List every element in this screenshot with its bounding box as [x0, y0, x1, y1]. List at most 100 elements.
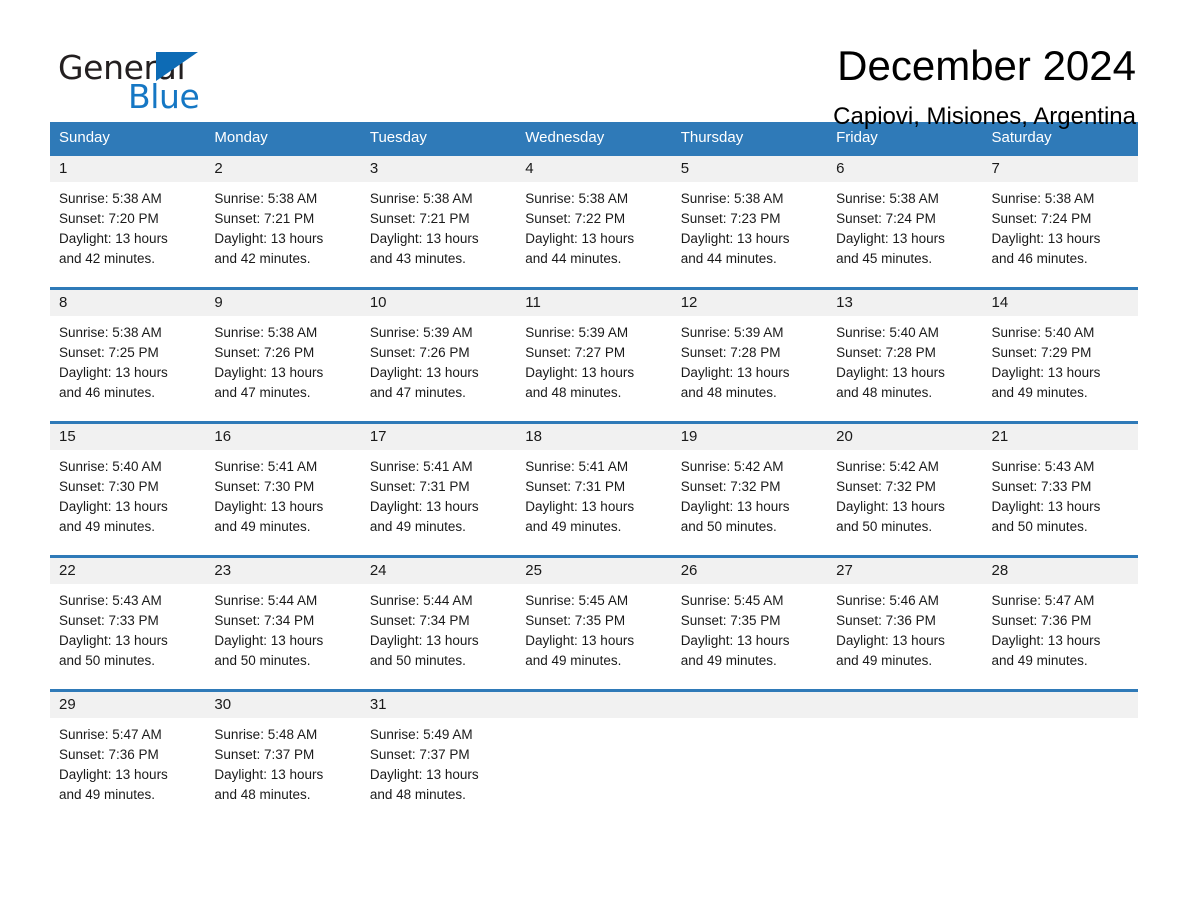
day-cell[interactable]: 28 Sunrise: 5:47 AM Sunset: 7:36 PM Dayligh…: [982, 558, 1138, 689]
day-cell[interactable]: 20 Sunrise: 5:42 AM Sunset: 7:32 PM Dayligh…: [827, 424, 983, 555]
sunset-text: Sunset: 7:33 PM: [59, 613, 159, 628]
sunrise-text: Sunrise: 5:49 AM: [369, 727, 473, 742]
sunrise-text: Sunrise: 5:41 AM: [525, 459, 629, 474]
sunset-text: Sunset: 7:29 PM: [991, 345, 1092, 360]
day-cell[interactable]: 3 Sunrise: 5:38 AM Sunset: 7:21 PM Daylight…: [360, 156, 517, 287]
daylight-text-line2: and 49 minutes.: [991, 385, 1088, 400]
day-cell[interactable]: 12 Sunrise: 5:39 AM Sunset: 7:28 PM Dayligh…: [671, 290, 828, 421]
day-details: Sunrise: 5:41 AM Sunset: 7:31 PM Daylight:…: [516, 450, 671, 537]
day-cell[interactable]: 31 Sunrise: 5:49 AM Sunset: 7:37 PM Dayligh…: [360, 692, 517, 809]
day-cell-empty: [827, 692, 983, 809]
sunrise-text: Sunrise: 5:42 AM: [680, 459, 784, 474]
day-cell[interactable]: 7 Sunrise: 5:38 AM Sunset: 7:24 PM Daylight…: [982, 156, 1138, 287]
day-cell[interactable]: 18 Sunrise: 5:41 AM Sunset: 7:31 PM Dayligh…: [516, 424, 672, 555]
day-cell[interactable]: 11 Sunrise: 5:39 AM Sunset: 7:27 PM Dayligh…: [516, 290, 672, 421]
day-number: 31: [360, 692, 517, 718]
daylight-text-line2: and 48 minutes.: [214, 787, 311, 802]
daylight-text-line2: and 48 minutes.: [525, 385, 622, 400]
daylight-text-line1: Daylight: 13 hours: [369, 767, 479, 782]
daylight-text-line2: and 47 minutes.: [369, 385, 466, 400]
day-details: Sunrise: 5:38 AM Sunset: 7:25 PM Daylight:…: [50, 316, 205, 403]
day-number: 28: [982, 558, 1138, 584]
day-cell-empty: [516, 692, 672, 809]
day-details: Sunrise: 5:40 AM Sunset: 7:29 PM Daylight:…: [983, 316, 1138, 403]
day-number: [827, 692, 983, 718]
sunrise-text: Sunrise: 5:43 AM: [59, 593, 162, 608]
sunset-text: Sunset: 7:21 PM: [369, 211, 470, 226]
sunset-text: Sunset: 7:22 PM: [525, 211, 626, 226]
weekday-saturday: Saturday: [991, 129, 1052, 146]
day-details: Sunrise: 5:44 AM Sunset: 7:34 PM Daylight:…: [205, 584, 360, 671]
daylight-text-line1: Daylight: 13 hours: [836, 633, 945, 648]
day-number: [671, 692, 828, 718]
daylight-text-line2: and 49 minutes.: [991, 653, 1088, 668]
daylight-text-line2: and 49 minutes.: [680, 653, 777, 668]
day-cell[interactable]: 27 Sunrise: 5:46 AM Sunset: 7:36 PM Dayligh…: [827, 558, 983, 689]
day-cell[interactable]: 15 Sunrise: 5:40 AM Sunset: 7:30 PM Dayligh…: [50, 424, 206, 555]
weekday-header-row: Sunday Monday Tuesday Wednesday Thursday…: [50, 122, 1138, 153]
day-cell[interactable]: 21 Sunrise: 5:43 AM Sunset: 7:33 PM Dayligh…: [982, 424, 1138, 555]
day-number: 18: [516, 424, 672, 450]
sunrise-text: Sunrise: 5:41 AM: [369, 459, 473, 474]
day-details: Sunrise: 5:45 AM Sunset: 7:35 PM Daylight:…: [672, 584, 827, 671]
day-cell[interactable]: 5 Sunrise: 5:38 AM Sunset: 7:23 PM Daylight…: [671, 156, 828, 287]
weekday-sunday: Sunday: [59, 129, 110, 146]
daylight-text-line2: and 50 minutes.: [991, 519, 1088, 534]
day-number: 9: [205, 290, 361, 316]
sunset-text: Sunset: 7:27 PM: [525, 345, 626, 360]
day-cell[interactable]: 13 Sunrise: 5:40 AM Sunset: 7:28 PM Dayligh…: [827, 290, 983, 421]
sunrise-text: Sunrise: 5:38 AM: [214, 325, 318, 340]
sunrise-text: Sunrise: 5:44 AM: [214, 593, 318, 608]
weekday-monday: Monday: [214, 129, 268, 146]
daylight-text-line1: Daylight: 13 hours: [836, 365, 945, 380]
sunrise-text: Sunrise: 5:47 AM: [59, 727, 162, 742]
sunset-text: Sunset: 7:33 PM: [991, 479, 1092, 494]
sunset-text: Sunset: 7:37 PM: [214, 747, 315, 762]
day-cell[interactable]: 16 Sunrise: 5:41 AM Sunset: 7:30 PM Dayligh…: [205, 424, 361, 555]
sunrise-text: Sunrise: 5:41 AM: [214, 459, 318, 474]
daylight-text-line1: Daylight: 13 hours: [680, 365, 790, 380]
day-cell[interactable]: 22 Sunrise: 5:43 AM Sunset: 7:33 PM Dayligh…: [50, 558, 206, 689]
day-number: 25: [516, 558, 672, 584]
daylight-text-line1: Daylight: 13 hours: [525, 633, 635, 648]
day-cell[interactable]: 17 Sunrise: 5:41 AM Sunset: 7:31 PM Dayligh…: [360, 424, 517, 555]
day-cell[interactable]: 26 Sunrise: 5:45 AM Sunset: 7:35 PM Dayligh…: [671, 558, 828, 689]
day-cell[interactable]: 25 Sunrise: 5:45 AM Sunset: 7:35 PM Dayligh…: [516, 558, 672, 689]
sunset-text: Sunset: 7:24 PM: [991, 211, 1092, 226]
day-number: 5: [671, 156, 828, 182]
daylight-text-line2: and 50 minutes.: [369, 653, 466, 668]
daylight-text-line2: and 50 minutes.: [836, 519, 933, 534]
day-cell[interactable]: 14 Sunrise: 5:40 AM Sunset: 7:29 PM Dayligh…: [982, 290, 1138, 421]
day-details: Sunrise: 5:38 AM Sunset: 7:23 PM Daylight:…: [672, 182, 827, 269]
day-cell[interactable]: 2 Sunrise: 5:38 AM Sunset: 7:21 PM Daylight…: [205, 156, 361, 287]
day-cell[interactable]: 4 Sunrise: 5:38 AM Sunset: 7:22 PM Daylight…: [516, 156, 672, 287]
day-cell[interactable]: 24 Sunrise: 5:44 AM Sunset: 7:34 PM Dayligh…: [360, 558, 517, 689]
day-details: Sunrise: 5:38 AM Sunset: 7:22 PM Daylight:…: [516, 182, 671, 269]
day-cell[interactable]: 9 Sunrise: 5:38 AM Sunset: 7:26 PM Daylight…: [205, 290, 361, 421]
day-cell[interactable]: 1 Sunrise: 5:38 AM Sunset: 7:20 PM Daylight…: [50, 156, 206, 287]
sunrise-text: Sunrise: 5:39 AM: [680, 325, 784, 340]
generalblue-logo[interactable]: General Blue: [50, 42, 250, 116]
daylight-text-line2: and 42 minutes.: [214, 251, 311, 266]
sunrise-text: Sunrise: 5:45 AM: [680, 593, 784, 608]
daylight-text-line1: Daylight: 13 hours: [680, 499, 790, 514]
day-cell-empty: [671, 692, 828, 809]
sunrise-text: Sunrise: 5:38 AM: [680, 191, 784, 206]
day-cell[interactable]: 29 Sunrise: 5:47 AM Sunset: 7:36 PM Dayligh…: [50, 692, 206, 809]
day-cell[interactable]: 6 Sunrise: 5:38 AM Sunset: 7:24 PM Daylight…: [827, 156, 983, 287]
day-number: 17: [360, 424, 517, 450]
day-cell[interactable]: 23 Sunrise: 5:44 AM Sunset: 7:34 PM Dayligh…: [205, 558, 361, 689]
day-cell[interactable]: 19 Sunrise: 5:42 AM Sunset: 7:32 PM Dayligh…: [671, 424, 828, 555]
daylight-text-line2: and 50 minutes.: [59, 653, 156, 668]
day-number: 16: [205, 424, 361, 450]
day-details: Sunrise: 5:43 AM Sunset: 7:33 PM Daylight:…: [983, 450, 1138, 537]
sunset-text: Sunset: 7:36 PM: [991, 613, 1092, 628]
day-cell[interactable]: 8 Sunrise: 5:38 AM Sunset: 7:25 PM Daylight…: [50, 290, 206, 421]
daylight-text-line2: and 46 minutes.: [59, 385, 156, 400]
day-number: 20: [827, 424, 983, 450]
day-cell[interactable]: 30 Sunrise: 5:48 AM Sunset: 7:37 PM Dayligh…: [205, 692, 361, 809]
day-number: 4: [516, 156, 672, 182]
day-number: 2: [205, 156, 361, 182]
day-cell[interactable]: 10 Sunrise: 5:39 AM Sunset: 7:26 PM Dayligh…: [360, 290, 517, 421]
daylight-text-line1: Daylight: 13 hours: [369, 365, 479, 380]
